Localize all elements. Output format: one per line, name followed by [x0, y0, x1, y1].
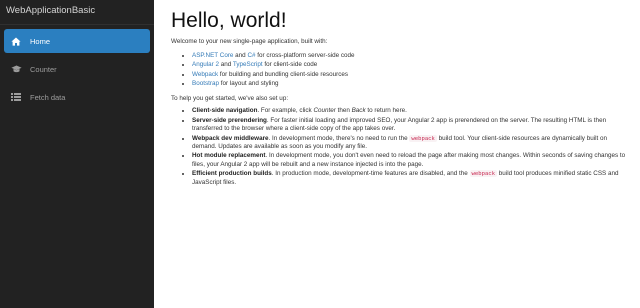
- setup-intro: To help you get started, we've also set …: [171, 94, 289, 102]
- sidebar-item-home[interactable]: Home: [4, 29, 150, 53]
- sidebar-item-label: Fetch data: [30, 92, 66, 102]
- feature-item: Webpack dev middleware. In development m…: [192, 134, 633, 152]
- tech-item: Webpack for building and bundling client…: [192, 70, 633, 80]
- feature-title: Webpack dev middleware: [192, 134, 269, 142]
- list-icon: [9, 90, 23, 104]
- tech-description: for building and bundling client-side re…: [218, 70, 349, 78]
- feature-title: Efficient production builds: [192, 170, 272, 178]
- app-brand[interactable]: WebApplicationBasic: [6, 5, 95, 16]
- graduation-cap-icon: [9, 62, 23, 76]
- tech-item: Angular 2 and TypeScript for client-side…: [192, 60, 633, 70]
- sidebar-nav: Home Counter Fetch data: [0, 29, 154, 113]
- feature-text: to return here.: [365, 107, 407, 115]
- inline-code: webpack: [469, 170, 498, 178]
- sidebar-item-label: Counter: [30, 64, 57, 74]
- intro-text: Welcome to your new single-page applicat…: [171, 38, 328, 45]
- feature-list: Client-side navigation. For example, cli…: [171, 107, 633, 187]
- sidebar-divider: [0, 24, 154, 25]
- sidebar-item-counter[interactable]: Counter: [4, 57, 150, 81]
- feature-text: . For example, click: [257, 107, 314, 115]
- tech-link[interactable]: TypeScript: [233, 61, 263, 68]
- feature-text: . In production mode, development-time f…: [271, 170, 470, 178]
- main-content: Hello, world! Welcome to your new single…: [171, 8, 633, 188]
- tech-link[interactable]: Webpack: [192, 71, 218, 78]
- feature-text: . In development mode, there's no need t…: [268, 134, 410, 142]
- inline-code: webpack: [409, 134, 437, 142]
- tech-description: for layout and styling: [218, 80, 279, 88]
- tech-link[interactable]: Angular 2: [192, 61, 219, 68]
- tech-list: ASP.NET Core and C# for cross-platform s…: [171, 51, 633, 89]
- tech-link[interactable]: Bootstrap: [192, 80, 219, 87]
- sidebar-item-fetch-data[interactable]: Fetch data: [4, 85, 150, 109]
- feature-item: Server-side prerendering. For faster ini…: [192, 117, 633, 134]
- tech-description: for cross-platform server-side code: [255, 51, 355, 59]
- feature-emphasis: Back: [351, 107, 366, 115]
- feature-item: Efficient production builds. In producti…: [192, 170, 633, 187]
- tech-link[interactable]: ASP.NET Core: [192, 52, 233, 59]
- tech-item: Bootstrap for layout and styling: [192, 79, 633, 89]
- feature-title: Client-side navigation: [192, 107, 258, 115]
- tech-joiner: and: [218, 61, 233, 69]
- tech-joiner: and: [233, 51, 248, 59]
- feature-title: Hot module replacement: [192, 152, 266, 160]
- sidebar: WebApplicationBasic Home Counter Fetch d…: [0, 0, 154, 308]
- tech-link[interactable]: C#: [247, 52, 255, 59]
- sidebar-item-label: Home: [30, 36, 51, 46]
- tech-item: ASP.NET Core and C# for cross-platform s…: [192, 51, 633, 61]
- tech-description: for client-side code: [262, 61, 318, 69]
- feature-item: Client-side navigation. For example, cli…: [192, 107, 633, 116]
- feature-emphasis: Counter: [313, 107, 336, 115]
- feature-text: then: [335, 107, 352, 115]
- feature-title: Server-side prerendering: [192, 116, 267, 124]
- home-icon: [9, 34, 23, 48]
- page-title: Hello, world!: [171, 9, 287, 32]
- feature-item: Hot module replacement. In development m…: [192, 152, 633, 169]
